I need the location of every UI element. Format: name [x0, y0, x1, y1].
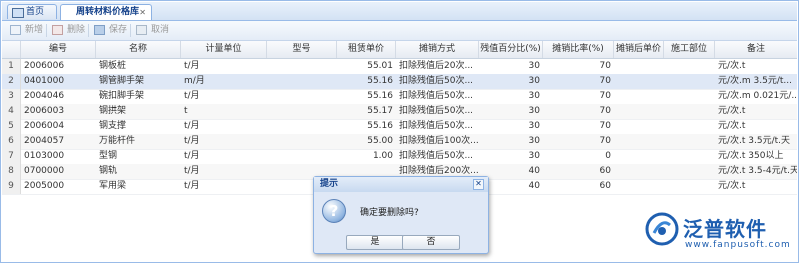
dialog-body: ? 确定要删除吗? 是 否	[317, 193, 485, 250]
close-icon[interactable]: ✕	[473, 179, 484, 190]
confirm-dialog: 提示 ✕ ? 确定要删除吗? 是 否	[313, 176, 489, 254]
no-button[interactable]: 否	[402, 235, 460, 250]
dialog-title: 提示 ✕	[314, 177, 488, 192]
dialog-title-text: 提示	[320, 179, 339, 189]
question-icon: ?	[322, 199, 346, 223]
dialog-message: 确定要删除吗?	[360, 208, 419, 218]
yes-button[interactable]: 是	[346, 235, 404, 250]
